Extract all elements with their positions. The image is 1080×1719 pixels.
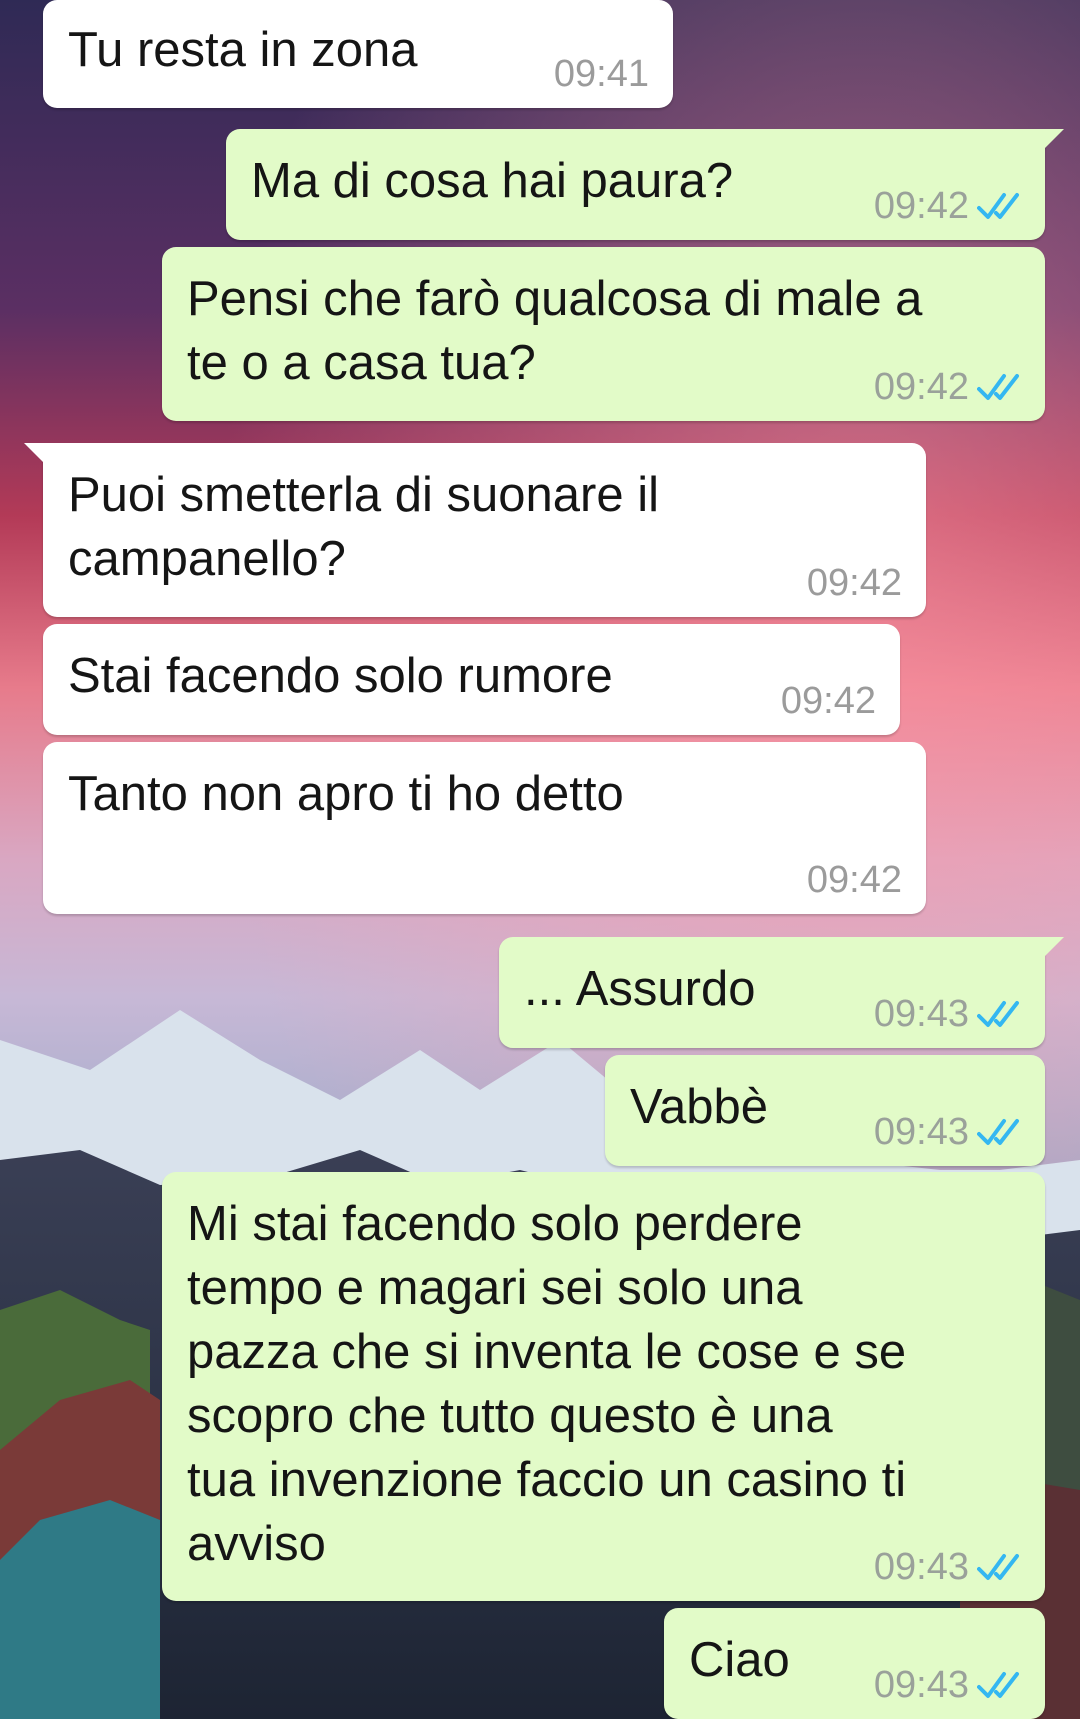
message-meta: 09:43 — [874, 1112, 1021, 1152]
message-time: 09:43 — [873, 1664, 969, 1706]
message-text-line: pazza che si inventa le cose e se — [187, 1325, 907, 1379]
message-time: 09:42 — [873, 185, 969, 227]
outgoing-message[interactable]: ... Assurdo 09:43 — [499, 937, 1064, 1048]
incoming-message[interactable]: Stai facendo solo rumore 09:42 — [43, 624, 900, 735]
double-check-icon — [977, 374, 1019, 400]
double-check-icon — [977, 1554, 1019, 1580]
message-time: 09:42 — [780, 680, 876, 722]
message-time: 09:43 — [873, 993, 969, 1035]
message-meta: 09:41 — [554, 54, 649, 94]
message-text-line: campanello? — [68, 532, 346, 586]
message-time: 09:42 — [806, 859, 902, 901]
outgoing-message[interactable]: Mi stai facendo solo perdere tempo e mag… — [162, 1172, 1045, 1601]
message-time: 09:41 — [553, 53, 649, 95]
message-meta: 09:42 — [807, 563, 902, 603]
message-text: Tanto non apro ti ho detto — [68, 767, 624, 821]
message-time: 09:43 — [873, 1546, 969, 1588]
incoming-message[interactable]: Tu resta in zona 09:41 — [43, 0, 673, 108]
message-text: Ma di cosa hai paura? — [251, 154, 734, 208]
double-check-icon — [977, 1672, 1019, 1698]
message-text-line: scopro che tutto questo è una — [187, 1389, 833, 1443]
message-text-line: Pensi che farò qualcosa di male a — [187, 272, 923, 326]
message-text-line: avviso — [187, 1517, 326, 1571]
message-meta: 09:43 — [874, 1547, 1021, 1587]
incoming-message[interactable]: Puoi smetterla di suonare il campanello?… — [24, 443, 926, 617]
outgoing-message[interactable]: Vabbè 09:43 — [605, 1055, 1045, 1166]
outgoing-message[interactable]: Ciao 09:43 — [664, 1608, 1045, 1719]
message-meta: 09:43 — [874, 1665, 1021, 1705]
message-text-line: Puoi smetterla di suonare il — [68, 468, 660, 522]
incoming-message[interactable]: Tanto non apro ti ho detto 09:42 — [43, 742, 926, 914]
bubble-tail — [1042, 937, 1064, 959]
message-text: Stai facendo solo rumore — [68, 649, 613, 703]
bubble-tail — [1042, 129, 1064, 151]
message-text: Vabbè — [630, 1080, 769, 1134]
message-time: 09:42 — [873, 366, 969, 408]
message-meta: 09:43 — [874, 994, 1021, 1034]
message-text-line: te o a casa tua? — [187, 336, 536, 390]
message-text: Tu resta in zona — [68, 23, 418, 77]
message-text-line: tua invenzione faccio un casino ti — [187, 1453, 907, 1507]
message-list[interactable]: Tu resta in zona 09:41 Ma di cosa hai pa… — [0, 0, 1080, 1719]
message-text-line: Mi stai facendo solo perdere — [187, 1197, 803, 1251]
message-time: 09:43 — [873, 1111, 969, 1153]
double-check-icon — [977, 1119, 1019, 1145]
message-text: ... Assurdo — [524, 962, 756, 1016]
outgoing-message[interactable]: Pensi che farò qualcosa di male a te o a… — [162, 247, 1045, 421]
double-check-icon — [977, 1001, 1019, 1027]
message-time: 09:42 — [806, 562, 902, 604]
message-text-line: tempo e magari sei solo una — [187, 1261, 803, 1315]
outgoing-message[interactable]: Ma di cosa hai paura? 09:42 — [226, 129, 1064, 240]
message-meta: 09:42 — [781, 681, 876, 721]
message-text: Ciao — [689, 1633, 790, 1687]
message-meta: 09:42 — [874, 367, 1021, 407]
message-meta: 09:42 — [874, 186, 1021, 226]
double-check-icon — [977, 193, 1019, 219]
bubble-tail — [24, 443, 46, 465]
message-meta: 09:42 — [807, 860, 902, 900]
